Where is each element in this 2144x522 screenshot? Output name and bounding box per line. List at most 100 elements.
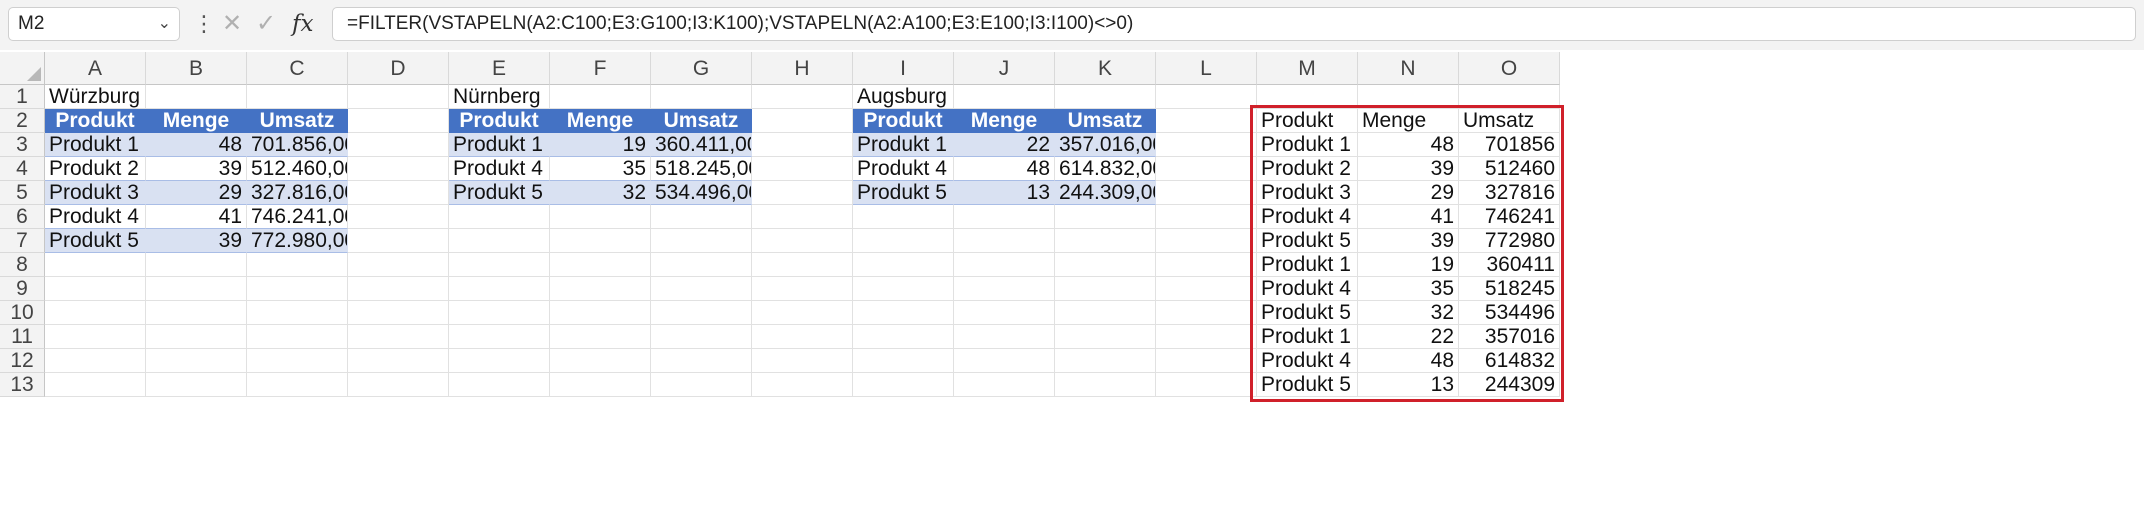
cell[interactable] <box>954 373 1055 397</box>
cell[interactable] <box>348 325 449 349</box>
column-header-n[interactable]: N <box>1358 52 1459 85</box>
result-cell[interactable]: 48 <box>1358 349 1459 373</box>
result-cell[interactable]: 512460 <box>1459 157 1560 181</box>
cell[interactable] <box>348 373 449 397</box>
column-header-c[interactable]: C <box>247 52 348 85</box>
result-cell[interactable]: Produkt 2 <box>1257 157 1358 181</box>
cell[interactable] <box>954 205 1055 229</box>
cell[interactable] <box>146 85 247 109</box>
cell[interactable] <box>1055 301 1156 325</box>
result-cell[interactable]: 701856 <box>1459 133 1560 157</box>
cell[interactable] <box>651 325 752 349</box>
cell[interactable] <box>348 301 449 325</box>
cell[interactable] <box>247 85 348 109</box>
cell[interactable] <box>45 349 146 373</box>
cell[interactable] <box>247 253 348 277</box>
augsburg-cell[interactable]: 244.309,00 <box>1055 181 1156 205</box>
cell[interactable] <box>247 301 348 325</box>
nuernberg-cell[interactable]: 534.496,00 <box>651 181 752 205</box>
column-header-d[interactable]: D <box>348 52 449 85</box>
column-header-m[interactable]: M <box>1257 52 1358 85</box>
cell[interactable] <box>348 205 449 229</box>
cell[interactable] <box>449 253 550 277</box>
column-header-h[interactable]: H <box>752 52 853 85</box>
wuerzburg-header-produkt[interactable]: Produkt <box>45 109 146 133</box>
column-header-a[interactable]: A <box>45 52 146 85</box>
nuernberg-header-menge[interactable]: Menge <box>550 109 651 133</box>
cell[interactable] <box>449 349 550 373</box>
cell[interactable] <box>954 85 1055 109</box>
cell[interactable] <box>348 253 449 277</box>
augsburg-header-umsatz[interactable]: Umsatz <box>1055 109 1156 133</box>
result-cell[interactable]: 534496 <box>1459 301 1560 325</box>
cell[interactable] <box>752 85 853 109</box>
result-cell[interactable]: 39 <box>1358 229 1459 253</box>
cell[interactable] <box>348 157 449 181</box>
cell[interactable] <box>1156 325 1257 349</box>
cell[interactable] <box>1156 109 1257 133</box>
cell[interactable] <box>752 277 853 301</box>
row-header-2[interactable]: 2 <box>0 109 45 133</box>
row-header-6[interactable]: 6 <box>0 205 45 229</box>
row-header-1[interactable]: 1 <box>0 85 45 109</box>
nuernberg-cell[interactable]: Produkt 4 <box>449 157 550 181</box>
cell[interactable] <box>146 253 247 277</box>
cell[interactable] <box>651 277 752 301</box>
cell[interactable] <box>853 205 954 229</box>
result-cell[interactable]: 772980 <box>1459 229 1560 253</box>
result-cell[interactable]: Produkt 1 <box>1257 325 1358 349</box>
cell[interactable] <box>651 205 752 229</box>
cell[interactable] <box>1156 253 1257 277</box>
cell[interactable] <box>651 229 752 253</box>
nuernberg-cell[interactable]: 32 <box>550 181 651 205</box>
result-cell[interactable]: 13 <box>1358 373 1459 397</box>
cell[interactable] <box>752 133 853 157</box>
cell[interactable] <box>247 373 348 397</box>
result-cell[interactable]: 357016 <box>1459 325 1560 349</box>
nuernberg-cell[interactable]: Produkt 1 <box>449 133 550 157</box>
result-cell[interactable]: 29 <box>1358 181 1459 205</box>
cell[interactable] <box>1156 229 1257 253</box>
cell[interactable] <box>954 301 1055 325</box>
formula-input[interactable]: =FILTER(VSTAPELN(A2:C100;E3:G100;I3:K100… <box>332 7 2136 41</box>
cell[interactable] <box>550 253 651 277</box>
wuerzburg-cell[interactable]: 39 <box>146 229 247 253</box>
cell[interactable] <box>45 325 146 349</box>
cell[interactable] <box>45 301 146 325</box>
cell[interactable] <box>651 349 752 373</box>
confirm-icon[interactable]: ✓ <box>256 8 276 40</box>
cell[interactable] <box>449 325 550 349</box>
cell[interactable] <box>1055 349 1156 373</box>
column-header-j[interactable]: J <box>954 52 1055 85</box>
cell[interactable] <box>45 277 146 301</box>
cell[interactable] <box>449 277 550 301</box>
name-box[interactable]: M2 ⌄ <box>8 7 180 41</box>
cell[interactable] <box>146 301 247 325</box>
cell[interactable] <box>651 253 752 277</box>
row-header-3[interactable]: 3 <box>0 133 45 157</box>
cell[interactable] <box>651 85 752 109</box>
chevron-down-icon[interactable]: ⌄ <box>158 8 171 40</box>
cell[interactable] <box>348 181 449 205</box>
augsburg-cell[interactable]: 48 <box>954 157 1055 181</box>
result-cell[interactable]: 244309 <box>1459 373 1560 397</box>
column-header-k[interactable]: K <box>1055 52 1156 85</box>
cell[interactable] <box>1257 85 1358 109</box>
cell[interactable] <box>348 229 449 253</box>
result-cell[interactable]: 327816 <box>1459 181 1560 205</box>
wuerzburg-cell[interactable]: Produkt 5 <box>45 229 146 253</box>
cell[interactable] <box>1055 205 1156 229</box>
cell[interactable] <box>146 349 247 373</box>
nuernberg-cell[interactable]: Produkt 5 <box>449 181 550 205</box>
augsburg-cell[interactable]: Produkt 5 <box>853 181 954 205</box>
cell[interactable] <box>1358 85 1459 109</box>
cell[interactable] <box>752 109 853 133</box>
wuerzburg-cell[interactable]: 512.460,00 <box>247 157 348 181</box>
cell[interactable] <box>853 373 954 397</box>
row-header-5[interactable]: 5 <box>0 181 45 205</box>
result-cell[interactable]: Produkt 3 <box>1257 181 1358 205</box>
cell[interactable] <box>348 277 449 301</box>
cell[interactable] <box>752 157 853 181</box>
cell[interactable] <box>1156 277 1257 301</box>
wuerzburg-cell[interactable]: 41 <box>146 205 247 229</box>
